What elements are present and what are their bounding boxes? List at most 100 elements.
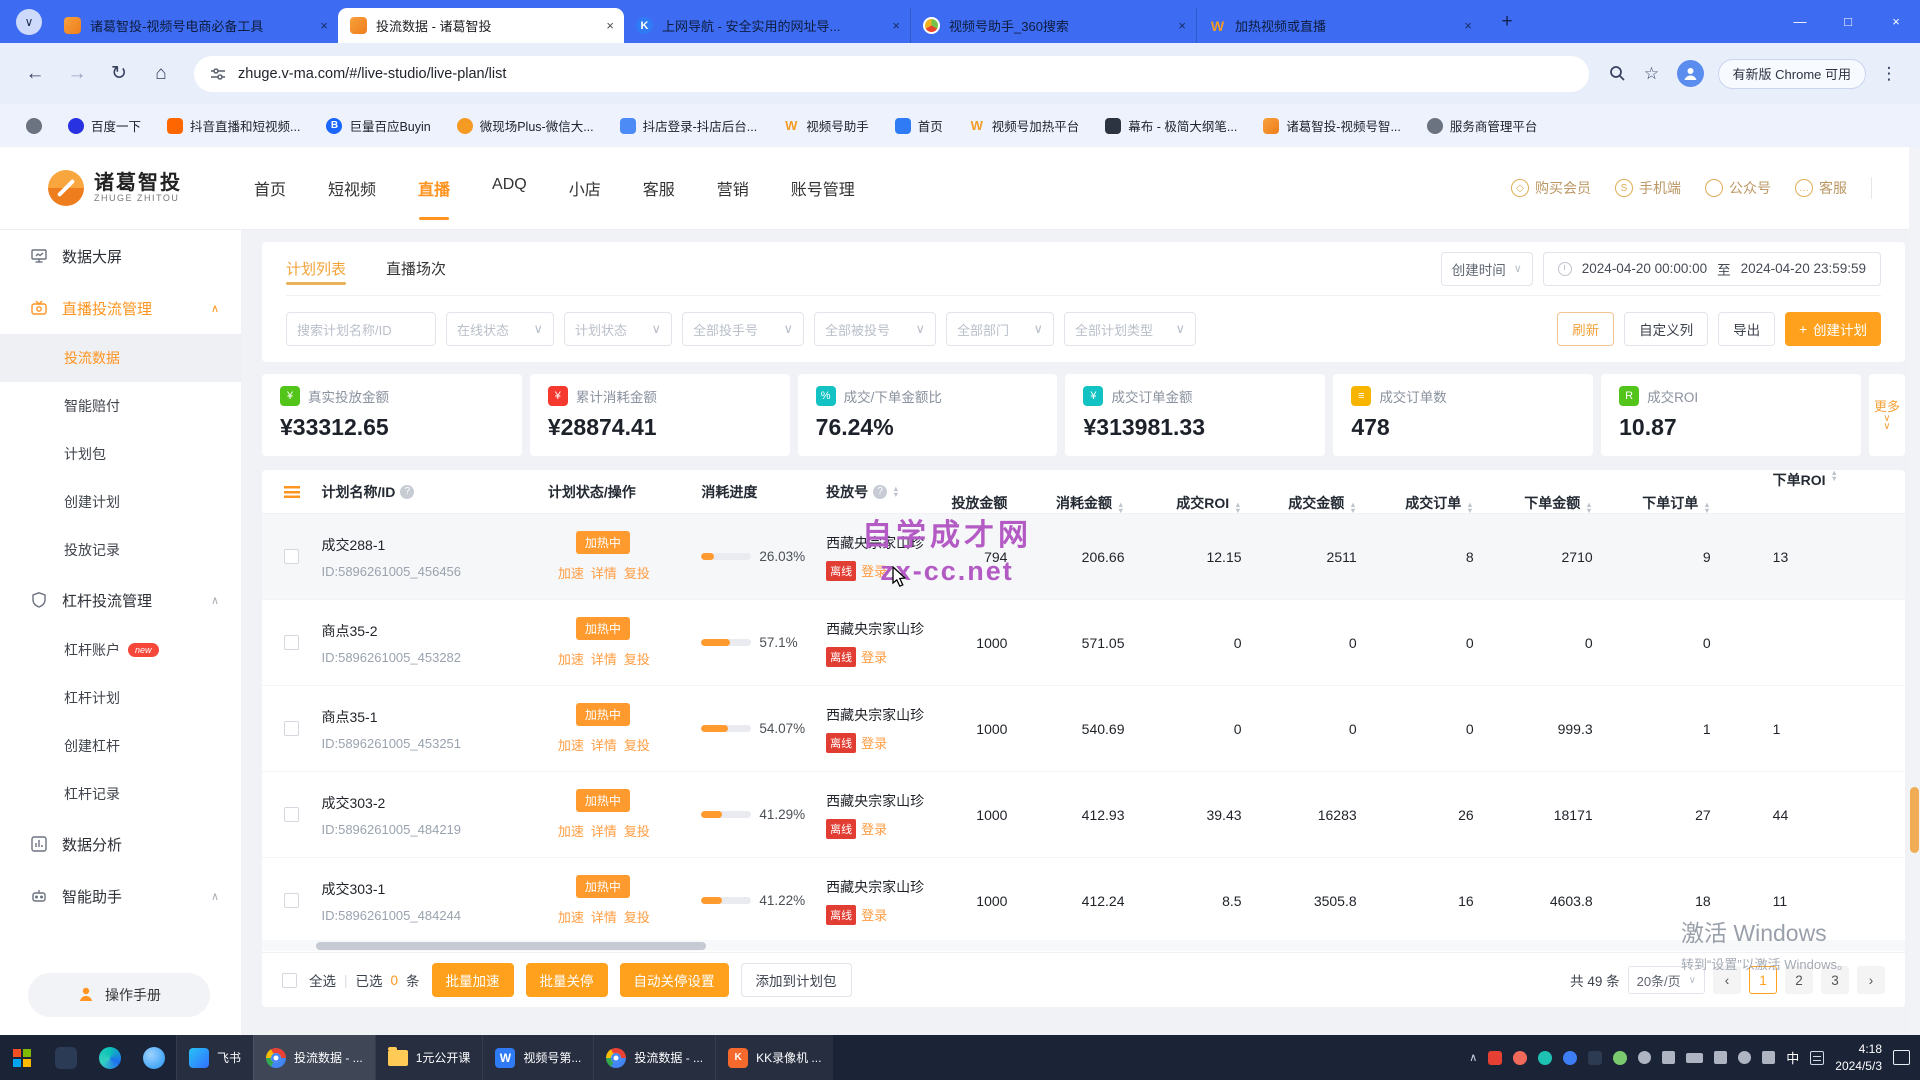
bookmark-heat-platform[interactable]: W视频号加热平台 xyxy=(969,116,1080,135)
auto-stop-settings-button[interactable]: 自动关停设置 xyxy=(620,963,729,997)
sidebar-item-ad-data[interactable]: 投流数据 xyxy=(0,334,241,382)
close-icon[interactable]: × xyxy=(320,18,328,33)
nav-short-video[interactable]: 短视频 xyxy=(328,170,376,206)
sidebar-group-live-ads[interactable]: 直播投流管理 ∧ xyxy=(0,282,241,334)
maximize-button[interactable]: □ xyxy=(1824,0,1872,43)
notification-center-icon[interactable] xyxy=(1893,1050,1910,1065)
official-account-link[interactable]: 公众号 xyxy=(1705,178,1771,198)
mobile-link[interactable]: S手机端 xyxy=(1615,178,1681,198)
reload-icon[interactable]: ↻ xyxy=(102,57,136,91)
nav-live[interactable]: 直播 xyxy=(418,170,450,206)
sort-icons[interactable]: ▲▼ xyxy=(1234,502,1241,513)
reinvest-link[interactable]: 复投 xyxy=(624,907,650,926)
tray-icon-teal[interactable] xyxy=(1538,1051,1552,1065)
sidebar-item-data-screen[interactable]: 数据大屏 xyxy=(0,230,241,282)
sort-icons[interactable]: ▲▼ xyxy=(1703,502,1710,513)
tab-search-button[interactable]: ∨ xyxy=(16,9,42,35)
detail-link[interactable]: 详情 xyxy=(591,649,617,668)
minimize-button[interactable]: — xyxy=(1776,0,1824,43)
more-stats-button[interactable]: 更多 ∨ ∨ xyxy=(1869,374,1905,456)
usb-tray-icon[interactable] xyxy=(1738,1051,1751,1064)
sidebar-item-data-analysis[interactable]: 数据分析 xyxy=(0,818,241,870)
next-page-button[interactable]: › xyxy=(1857,966,1885,994)
help-icon[interactable]: ? xyxy=(400,485,414,499)
tray-expand-icon[interactable]: ∧ xyxy=(1469,1051,1477,1064)
tray-icon-green[interactable] xyxy=(1613,1051,1627,1065)
tray-icon-blue[interactable] xyxy=(1563,1051,1577,1065)
table-row[interactable]: 成交288-1ID:5896261005_456456 加热中 加速详情复投 2… xyxy=(262,514,1905,600)
table-row[interactable]: 商点35-2ID:5896261005_453282 加热中 加速详情复投 57… xyxy=(262,600,1905,686)
taskbar-app-feishu[interactable]: 飞书 xyxy=(176,1035,253,1080)
bookmark-douyin-live[interactable]: 抖音直播和短视频... xyxy=(167,116,300,135)
refresh-button[interactable]: 刷新 xyxy=(1557,312,1614,346)
accelerate-link[interactable]: 加速 xyxy=(558,649,584,668)
sidebar-item-plan-package[interactable]: 计划包 xyxy=(0,430,241,478)
chrome-update-button[interactable]: 有新版 Chrome 可用 xyxy=(1718,59,1866,89)
close-icon[interactable]: × xyxy=(1464,18,1472,33)
start-button[interactable] xyxy=(0,1035,44,1080)
accelerate-link[interactable]: 加速 xyxy=(558,821,584,840)
taskbar-app-chrome-2[interactable]: 投流数据 - ... xyxy=(593,1035,715,1080)
plan-search-input[interactable]: 搜索计划名称/ID xyxy=(286,312,436,346)
nav-marketing[interactable]: 营销 xyxy=(717,170,749,206)
table-row[interactable]: 商点35-1ID:5896261005_453251 加热中 加速详情复投 54… xyxy=(262,686,1905,772)
close-window-button[interactable]: × xyxy=(1872,0,1920,43)
browser-app-icon[interactable] xyxy=(132,1035,176,1080)
select-all-checkbox[interactable] xyxy=(282,973,297,988)
login-link[interactable]: 登录 xyxy=(861,819,887,838)
bookmark-mubu[interactable]: 幕布 - 极简大纲笔... xyxy=(1105,116,1237,135)
forward-icon[interactable]: → xyxy=(60,57,94,91)
detail-link[interactable]: 详情 xyxy=(591,821,617,840)
battery-tray-icon[interactable] xyxy=(1686,1053,1703,1063)
tab-live-sessions[interactable]: 直播场次 xyxy=(386,244,446,293)
sidebar-item-create-lever[interactable]: 创建杠杆 xyxy=(0,722,241,770)
plan-status-select[interactable]: 计划状态∨ xyxy=(564,312,672,346)
sort-icons[interactable]: ▲▼ xyxy=(892,486,899,497)
horizontal-scrollbar[interactable] xyxy=(262,940,1905,951)
add-to-package-button[interactable]: 添加到计划包 xyxy=(741,963,852,997)
detail-link[interactable]: 详情 xyxy=(591,907,617,926)
row-checkbox[interactable] xyxy=(284,807,299,822)
browser-tab-1[interactable]: 诸葛智投-视频号电商必备工具 × xyxy=(52,8,338,43)
nav-service[interactable]: 客服 xyxy=(643,170,675,206)
sidebar-item-smart-compensation[interactable]: 智能赔付 xyxy=(0,382,241,430)
detail-link[interactable]: 详情 xyxy=(591,563,617,582)
create-plan-button[interactable]: +创建计划 xyxy=(1785,312,1881,346)
scrollbar-thumb[interactable] xyxy=(1910,787,1919,853)
bookmark-baidu[interactable]: 百度一下 xyxy=(68,116,141,135)
sidebar-group-lever-ads[interactable]: 杠杆投流管理 ∧ xyxy=(0,574,241,626)
sidebar-item-lever-record[interactable]: 杠杆记录 xyxy=(0,770,241,818)
pinned-app-icon[interactable] xyxy=(44,1035,88,1080)
bookmark-zhuge[interactable]: 诸葛智投-视频号智... xyxy=(1263,116,1401,135)
browser-tab-3[interactable]: K 上网导航 - 安全实用的网址导... × xyxy=(624,8,910,43)
login-link[interactable]: 登录 xyxy=(861,647,887,666)
site-settings-icon[interactable] xyxy=(210,66,226,82)
nav-shop[interactable]: 小店 xyxy=(569,170,601,206)
mic-tray-icon[interactable] xyxy=(1638,1051,1651,1064)
close-icon[interactable]: × xyxy=(1178,18,1186,33)
login-link[interactable]: 登录 xyxy=(861,561,887,580)
department-select[interactable]: 全部部门∨ xyxy=(946,312,1054,346)
browser-tab-4[interactable]: 视频号助手_360搜索 × xyxy=(910,8,1196,43)
select-all-label[interactable]: 全选 xyxy=(309,970,336,990)
custom-columns-button[interactable]: 自定义列 xyxy=(1624,312,1708,346)
sidebar-item-delivery-record[interactable]: 投放记录 xyxy=(0,526,241,574)
home-icon[interactable]: ⌂ xyxy=(144,57,178,91)
bulk-stop-button[interactable]: 批量关停 xyxy=(526,963,608,997)
tray-icon-red[interactable] xyxy=(1488,1051,1502,1065)
taskbar-app-kk-recorder[interactable]: KKK录像机 ... xyxy=(715,1035,833,1080)
reinvest-link[interactable]: 复投 xyxy=(624,735,650,754)
bookmark-doudian[interactable]: 抖店登录-抖店后台... xyxy=(620,116,758,135)
browser-tab-5[interactable]: W 加热视频或直播 × xyxy=(1196,8,1482,43)
network-tray-icon[interactable] xyxy=(1762,1051,1775,1064)
buy-membership-link[interactable]: ◇购买会员 xyxy=(1511,178,1591,198)
row-checkbox[interactable] xyxy=(284,549,299,564)
menu-dots-icon[interactable]: ⋮ xyxy=(1872,57,1906,91)
tab-plan-list[interactable]: 计划列表 xyxy=(286,244,346,293)
row-checkbox[interactable] xyxy=(284,721,299,736)
manual-button[interactable]: 操作手册 xyxy=(28,973,210,1017)
target-account-select[interactable]: 全部被投号∨ xyxy=(814,312,936,346)
scrollbar-thumb[interactable] xyxy=(316,942,706,950)
nav-adq[interactable]: ADQ xyxy=(492,170,527,206)
taskbar-app-folder[interactable]: 1元公开课 xyxy=(375,1035,483,1080)
